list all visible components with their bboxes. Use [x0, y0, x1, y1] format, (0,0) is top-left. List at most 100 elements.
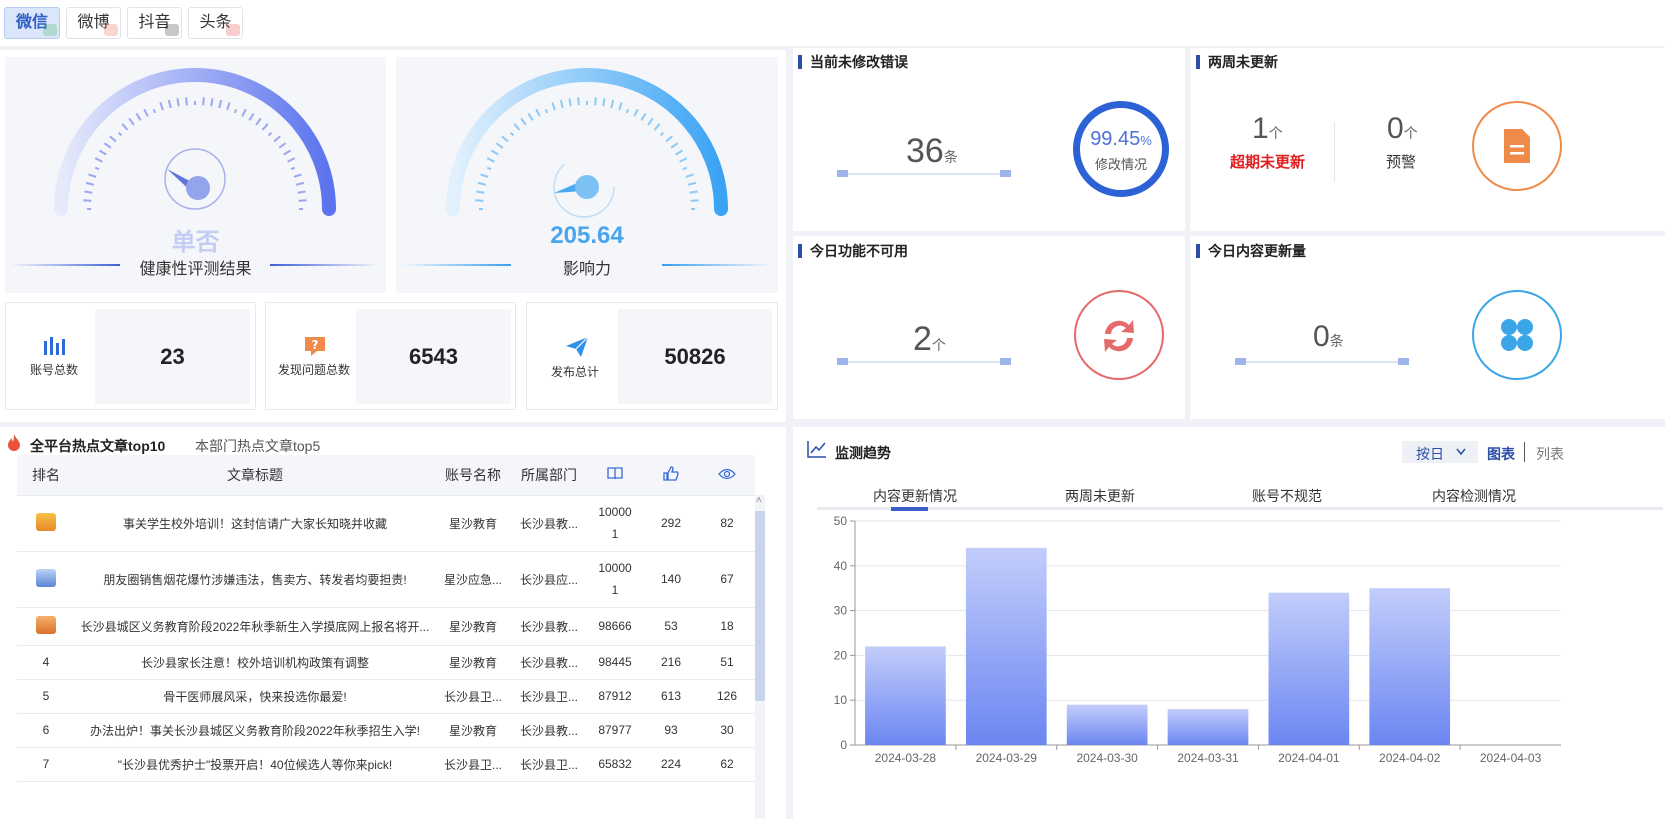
table-scrollbar[interactable]: ˄: [755, 495, 765, 819]
fix-rate: 99.45%: [1080, 128, 1162, 151]
divider: [270, 264, 380, 266]
bar[interactable]: [965, 547, 1047, 745]
title-cell[interactable]: 骨干医师展风采，快来投选你最爱!: [75, 679, 435, 714]
gauge-tick: [480, 173, 489, 178]
gauge-tick: [551, 102, 556, 111]
count-unit: 条: [1329, 333, 1344, 349]
stat-card-issues: ? 发现问题总数 6543: [265, 302, 516, 410]
bar[interactable]: [1369, 588, 1451, 745]
gauge-tick: [167, 99, 172, 109]
table-row[interactable]: 事关学生校外培训！这封信请广大家长知晓并收藏 星沙教育 长沙县教... 1000…: [17, 495, 755, 552]
title-cell[interactable]: 朋友圈销售烟花爆竹涉嫌违法，售卖方、转发者均要担责!: [75, 551, 435, 608]
tab-weibo[interactable]: 微博: [66, 7, 121, 39]
trend-title: 监测趋势: [835, 445, 891, 461]
slider-track: [1239, 361, 1407, 363]
tab-content-update[interactable]: 内容更新情况: [873, 486, 957, 506]
scroll-up-icon[interactable]: ˄: [756, 495, 762, 506]
gauge-tick: [83, 199, 92, 202]
views-cell: 67: [699, 551, 755, 608]
divider: [662, 264, 772, 266]
stat-card-accounts: 账号总数 23: [5, 302, 256, 410]
count-value: 36: [906, 132, 944, 170]
slider-handle: [837, 170, 848, 177]
bar[interactable]: [865, 646, 946, 745]
view-chart-button[interactable]: 图表: [1487, 444, 1515, 464]
table-row[interactable]: 4 长沙县家长注意！校外培训机构政策有调整 星沙教育 长沙县教... 98445…: [17, 645, 755, 680]
views-cell: 82: [699, 495, 755, 552]
table-row[interactable]: 7 "长沙县优秀护士"投票开启！40位候选人等你来pick! 长沙县卫... 长…: [17, 747, 755, 782]
overdue-label: 超期未更新: [1229, 154, 1305, 171]
gauge-tick: [290, 166, 296, 171]
stat-value: 6543: [356, 309, 511, 404]
table-row[interactable]: 6 办法出炉！事关长沙县城区义务教育阶段2022年秋季招生入学! 星沙教育 长沙…: [17, 713, 755, 748]
errors-panel: 当前未修改错误 36条 99.45% 修改情况: [793, 48, 1185, 231]
tab-toutiao[interactable]: 头条: [188, 7, 243, 39]
title-cell[interactable]: 长沙县城区义务教育阶段2022年秋季新生入学摸底网上报名将开...: [75, 607, 435, 646]
gauge-tick: [475, 199, 484, 202]
slider-handle: [1000, 170, 1011, 177]
tab-hot-dept[interactable]: 本部门热点文章top5: [195, 436, 320, 456]
tab-douyin[interactable]: 抖音: [127, 7, 182, 39]
reads-cell: 100001: [587, 551, 643, 608]
stat-value: 50826: [618, 309, 772, 404]
table-row[interactable]: 朋友圈销售烟花爆竹涉嫌违法，售卖方、转发者均要担责! 星沙应急... 长沙县应.…: [17, 551, 755, 608]
count-unit: 个: [1268, 125, 1283, 141]
tab-wechat[interactable]: 微信: [4, 7, 60, 39]
gauge-tick: [94, 157, 103, 163]
stat-label: 发现问题总数: [277, 363, 350, 377]
reads-cell: 65832: [587, 747, 643, 782]
views-cell: 30: [699, 713, 755, 748]
panel-title: 两周未更新: [1196, 55, 1278, 69]
col-likes: [643, 455, 699, 496]
panel-title: 当前未修改错误: [798, 55, 908, 69]
gauge-tick: [255, 117, 262, 126]
gauge-tick: [103, 142, 112, 149]
view-list-button[interactable]: 列表: [1536, 444, 1564, 464]
bar[interactable]: [1066, 704, 1148, 745]
gauge-tick: [273, 135, 281, 143]
question-icon: ?: [305, 337, 325, 356]
period-select[interactable]: 按日: [1402, 441, 1478, 463]
tab-hot-all[interactable]: 全平台热点文章top10: [30, 436, 165, 456]
title-cell[interactable]: 长沙县家长注意！校外培训机构政策有调整: [75, 645, 435, 680]
y-tick-label: 50: [834, 514, 848, 528]
title-cell[interactable]: "长沙县优秀护士"投票开启！40位候选人等你来pick!: [75, 747, 435, 782]
table-row[interactable]: 5 骨干医师展风采，快来投选你最爱! 长沙县卫... 长沙县卫... 87912…: [17, 679, 755, 714]
account-cell: 星沙教育: [435, 645, 511, 680]
bar[interactable]: [1167, 709, 1249, 745]
document-icon-ring: [1472, 101, 1562, 191]
dept-cell: 长沙县教...: [511, 607, 587, 646]
x-tick-label: 2024-04-03: [1480, 751, 1542, 765]
reads-cell: 98445: [587, 645, 643, 680]
bar[interactable]: [1268, 592, 1350, 745]
y-tick-label: 0: [840, 738, 847, 752]
gauge-tick: [594, 97, 597, 106]
account-cell: 长沙县卫...: [435, 747, 511, 782]
error-count: 36条: [906, 132, 958, 171]
title-cell[interactable]: 办法出炉！事关长沙县城区义务教育阶段2022年秋季招生入学!: [75, 713, 435, 748]
gauge-tick: [490, 149, 499, 156]
gauge-tick: [665, 135, 673, 143]
reads-cell: 100001: [587, 495, 643, 552]
gauge-tick: [85, 181, 95, 186]
tab-account-irregular[interactable]: 账号不规范: [1252, 486, 1322, 506]
hot-articles-panel: 全平台热点文章top10 本部门热点文章top5 排名 文章标题 账号名称 所属…: [0, 427, 786, 819]
gauge-tick: [520, 117, 527, 126]
gauge-tick: [98, 149, 107, 156]
fix-rate-ring: 99.45% 修改情况: [1073, 101, 1169, 197]
rank-cell: 6: [17, 713, 75, 748]
table-row[interactable]: 长沙县城区义务教育阶段2022年秋季新生入学摸底网上报名将开... 星沙教育 长…: [17, 607, 755, 646]
dept-cell: 长沙县教...: [511, 645, 587, 680]
fix-rate-label: 修改情况: [1094, 157, 1147, 172]
tab-two-week-stale[interactable]: 两周未更新: [1065, 486, 1135, 506]
tab-content-check[interactable]: 内容检测情况: [1432, 486, 1516, 506]
gauge-tick: [218, 99, 223, 109]
title-cell[interactable]: 事关学生校外培训！这封信请广大家长知晓并收藏: [75, 495, 435, 552]
col-reads: [587, 455, 643, 496]
scrollbar-thumb[interactable]: [755, 511, 765, 701]
paper-plane-icon: [566, 336, 589, 357]
slider-handle: [1235, 358, 1246, 365]
gauge-tick: [477, 181, 487, 186]
gauge-tick: [486, 166, 492, 171]
gauge-tick: [233, 108, 238, 114]
